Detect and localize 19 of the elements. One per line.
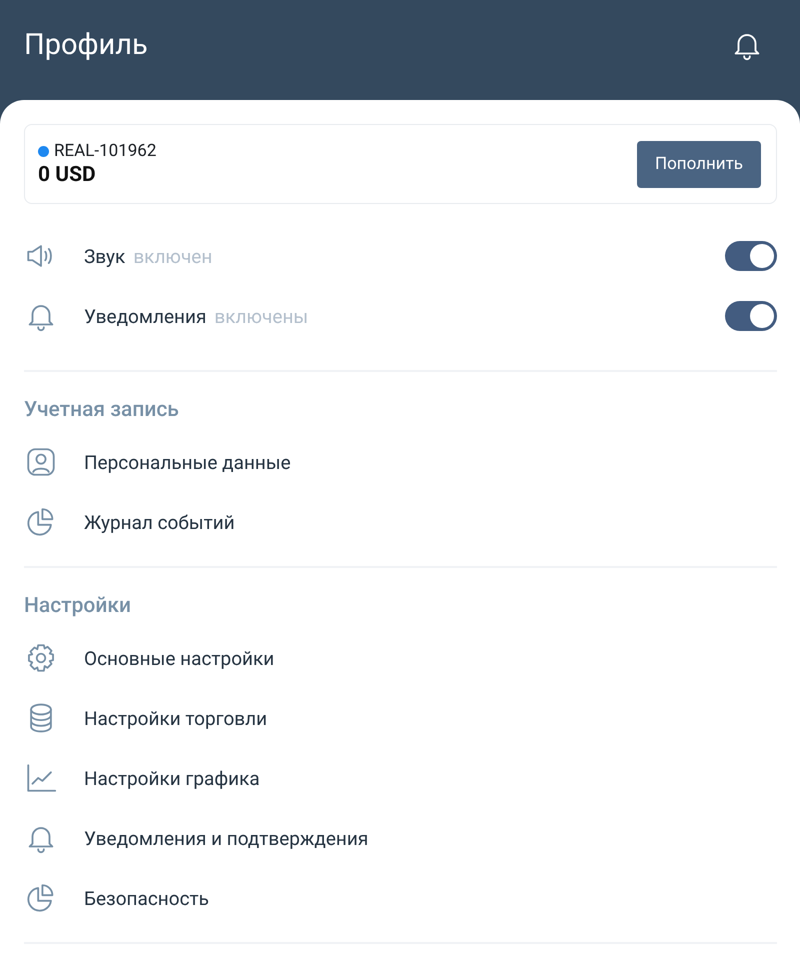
menu-item[interactable]: Безопасность [84,886,209,910]
balance: 0 USD [38,163,97,187]
page-title: Профиль [24,28,148,62]
section-heading: Настройки [24,593,132,620]
menu-item[interactable]: Настройки графика [84,766,260,790]
status-text: включен [133,244,214,268]
menu-item[interactable]: Персональные данные [84,450,291,474]
menu-item[interactable]: Журнал событий [84,510,235,534]
deposit-button[interactable]: Пополнить [636,140,761,188]
toggle-switch[interactable] [725,301,777,331]
status-text: включены [214,304,310,328]
setting-label: Звук [84,244,126,268]
account-id: REAL-101962 [54,141,156,161]
toggle-switch[interactable] [725,241,777,271]
menu-item[interactable]: Настройки торговли [84,706,268,730]
setting-label: Уведомления [84,304,206,328]
section-heading: Учетная запись [24,397,180,424]
menu-item[interactable]: Основные настройки [84,646,274,670]
menu-item[interactable]: Уведомления и подтверждения [84,826,368,850]
